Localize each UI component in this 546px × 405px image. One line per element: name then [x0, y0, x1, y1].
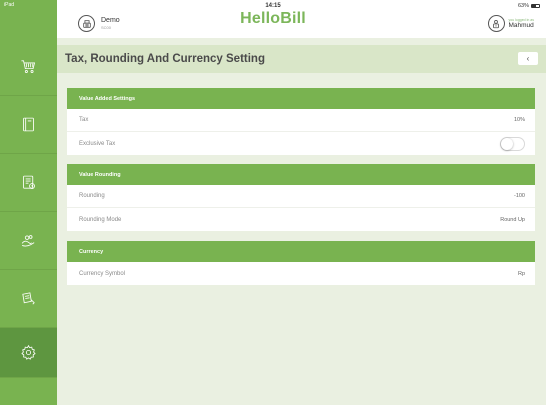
- section-header: Value Rounding: [67, 164, 535, 185]
- title-bar: Tax, Rounding And Currency Setting ‹: [57, 45, 546, 73]
- book-icon: [23, 117, 34, 132]
- toggle-knob: [501, 137, 513, 150]
- sidebar-item-customers[interactable]: [0, 212, 57, 270]
- section-vat: Value Added Settings Tax 10% Exclusive T…: [67, 88, 535, 155]
- exclusive-tax-row: Exclusive Tax: [67, 132, 535, 155]
- tax-value: 10%: [513, 117, 525, 123]
- exclusive-tax-toggle[interactable]: [500, 136, 525, 151]
- user-name: Mahmud: [508, 22, 534, 29]
- currency-symbol-label: Currency Symbol: [79, 270, 126, 277]
- currency-symbol-value: Rp: [517, 270, 525, 277]
- store-code: SC00: [101, 25, 112, 30]
- settings-icon: [21, 344, 36, 360]
- section-header: Currency: [67, 241, 535, 262]
- rounding-row[interactable]: Rounding -100: [67, 185, 535, 208]
- battery-percent: 63%: [517, 3, 529, 9]
- cart-icon: [21, 60, 36, 73]
- store-selector[interactable]: Demo SC00: [78, 15, 120, 32]
- section-rounding: Value Rounding Rounding -100 Rounding Mo…: [67, 164, 535, 231]
- inventory-icon: [22, 292, 35, 305]
- user-lock-icon: [487, 15, 505, 32]
- rounding-value: -100: [513, 193, 525, 199]
- user-menu[interactable]: you logged in as Mahmud: [487, 15, 534, 32]
- back-button[interactable]: ‹: [518, 52, 538, 65]
- exclusive-tax-label: Exclusive Tax: [79, 140, 116, 147]
- rounding-mode-label: Rounding Mode: [79, 216, 122, 223]
- status-time: 14:15: [265, 3, 281, 9]
- tax-row[interactable]: Tax 10%: [67, 109, 535, 132]
- battery-icon: [531, 4, 540, 8]
- sidebar-item-sales[interactable]: [0, 38, 57, 96]
- customers-icon: [21, 235, 35, 247]
- section-currency: Currency Currency Symbol Rp: [67, 241, 535, 285]
- sidebar-item-reports[interactable]: [0, 154, 57, 212]
- sidebar: iPad: [0, 0, 57, 405]
- sidebar-item-menu[interactable]: [0, 96, 57, 154]
- currency-symbol-row[interactable]: Currency Symbol Rp: [67, 262, 535, 285]
- sidebar-item-settings[interactable]: [0, 328, 57, 378]
- rounding-mode-value: Round Up: [500, 216, 525, 223]
- rounding-label: Rounding: [79, 193, 105, 199]
- report-icon: [23, 175, 35, 189]
- store-name: Demo: [101, 17, 120, 24]
- rounding-mode-row[interactable]: Rounding Mode Round Up: [67, 208, 535, 231]
- section-header: Value Added Settings: [67, 88, 535, 109]
- tax-label: Tax: [79, 117, 89, 123]
- status-battery: 63%: [518, 3, 540, 9]
- page-title: Tax, Rounding And Currency Setting: [65, 53, 265, 65]
- main-content: Tax, Rounding And Currency Setting ‹ Val…: [57, 38, 546, 405]
- sidebar-item-inventory[interactable]: [0, 270, 57, 328]
- register-icon: [78, 15, 95, 32]
